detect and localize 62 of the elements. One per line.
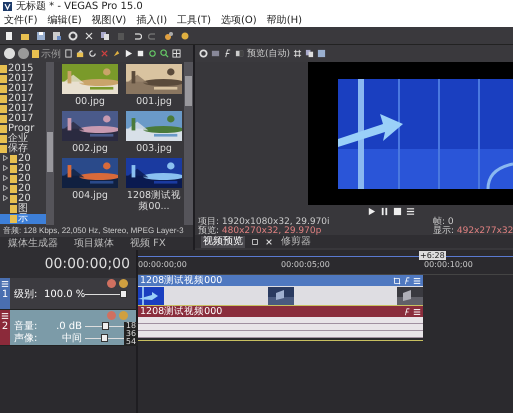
folder-item[interactable]: 20 — [0, 154, 46, 164]
track-number: 1 — [2, 289, 8, 300]
param-label: 音量: — [14, 321, 38, 332]
project-info: 项目: 1920x1080x32, 29.970i — [198, 218, 331, 226]
menu-item[interactable]: 帮助(H) — [266, 14, 302, 26]
file-name: 002.jpg — [72, 143, 108, 154]
file-name: 004.jpg — [72, 190, 108, 201]
folder-item[interactable]: 保存 — [0, 144, 46, 154]
meter-scale-label: 36 — [124, 330, 138, 338]
folder-item[interactable]: 2017 — [0, 84, 46, 94]
param-label: 声像: — [14, 333, 38, 344]
folder-item[interactable]: 2017 — [0, 74, 46, 84]
folder-path[interactable]: 示例 — [41, 46, 61, 60]
loop-region-label: +6:28 — [419, 251, 446, 260]
menu-item[interactable]: 工具(T) — [177, 14, 212, 26]
folder-item[interactable]: 2017 — [0, 94, 46, 104]
preview-quality-dropdown[interactable]: 预览(自动) — [247, 47, 290, 60]
clip-name: 1208测试视频000 — [140, 275, 222, 286]
folder-item[interactable]: 2017 — [0, 114, 46, 124]
frame-label: 帧: — [433, 217, 446, 227]
preview-resolution: 480x270x32, 29.970p — [222, 226, 322, 236]
timecode-display: 00:00:00;00 — [0, 250, 136, 278]
file-name: 001.jpg — [136, 96, 172, 107]
meter-scale-label: 18 — [124, 322, 138, 330]
menu-item[interactable]: 插入(I) — [136, 14, 168, 26]
folder-item[interactable]: 图 — [0, 204, 46, 214]
folder-item[interactable]: 2015 — [0, 64, 46, 74]
menu-item[interactable]: 文件(F) — [4, 14, 38, 26]
folder-item[interactable]: 20 — [0, 164, 46, 174]
menu-item[interactable]: 编辑(E) — [48, 14, 82, 26]
panel-tab[interactable]: 视频 FX — [128, 238, 168, 250]
folder-item[interactable]: 2017 — [0, 104, 46, 114]
panel-tab[interactable]: 媒体生成器 — [6, 238, 60, 250]
param-label: 级别: — [14, 289, 38, 300]
folder-item[interactable]: 示 — [0, 214, 46, 224]
folder-item[interactable]: 20 — [0, 184, 46, 194]
ruler-time: 00:00:00;00 — [138, 260, 187, 269]
track-number: 2 — [2, 321, 8, 332]
folder-item[interactable]: 企业 — [0, 134, 46, 144]
ruler-time: 00:00:10;00 — [424, 260, 473, 269]
folder-item[interactable]: Progr — [0, 124, 46, 134]
file-name: 003.jpg — [136, 143, 172, 154]
param-value: 中间 — [61, 333, 82, 344]
media-info: 音频: 128 Kbps, 22,050 Hz, Stereo, MPEG Layer-3 — [2, 225, 185, 237]
clip-name: 1208测试视频000 — [140, 306, 222, 317]
window-title: 无标题 * - VEGAS Pro 15.0 — [16, 0, 143, 13]
param-value: .0 dB — [55, 321, 82, 332]
display-label: 显示: — [433, 226, 454, 236]
panel-tab[interactable]: 项目媒体 — [72, 238, 116, 250]
ruler-time: 00:00:05;00 — [281, 260, 330, 269]
preview-label: 预览: — [198, 226, 220, 236]
frame-value: 0 — [448, 217, 454, 227]
folder-item[interactable]: 20 — [0, 174, 46, 184]
file-name: 1208测试视频00... — [126, 190, 182, 212]
menu-item[interactable]: 视图(V) — [92, 14, 126, 26]
file-name: 00.jpg — [75, 96, 105, 107]
menu-item[interactable]: 选项(O) — [221, 14, 257, 26]
display-resolution: 492x277x32 — [456, 226, 513, 236]
panel-tab[interactable]: 视频预览 — [201, 236, 245, 248]
folder-item[interactable]: 20 — [0, 194, 46, 204]
meter-scale-label: 54 — [124, 338, 138, 346]
panel-tab[interactable]: 修剪器 — [279, 236, 313, 248]
